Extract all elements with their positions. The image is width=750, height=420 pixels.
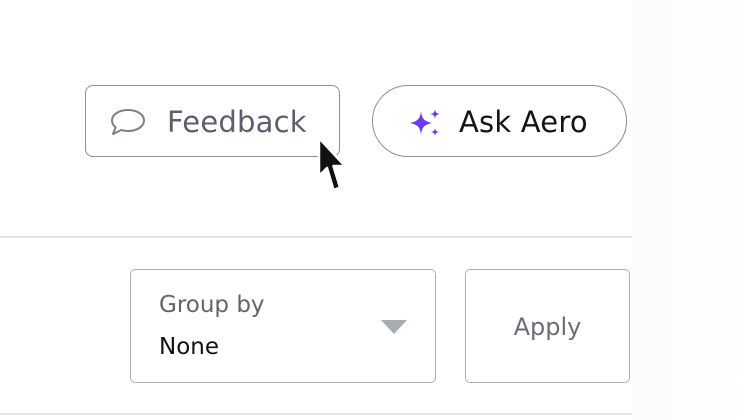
group-by-value: None: [159, 334, 220, 360]
ask-aero-button[interactable]: Ask Aero: [372, 85, 627, 157]
feedback-button-label: Feedback: [167, 105, 307, 139]
sparkles-icon: [408, 108, 442, 138]
apply-button[interactable]: Apply: [465, 269, 630, 383]
mouse-pointer-icon: [316, 136, 350, 194]
caret-down-icon: [381, 320, 407, 334]
group-by-select[interactable]: Group by None: [130, 269, 436, 383]
section-divider: [0, 236, 632, 238]
chat-bubble-icon: [109, 107, 147, 137]
section-divider-bottom: [0, 413, 632, 415]
page-edge-shade: [632, 0, 750, 420]
ask-aero-button-label: Ask Aero: [459, 105, 588, 139]
feedback-button[interactable]: Feedback: [85, 85, 340, 157]
group-by-label: Group by: [159, 292, 265, 318]
apply-button-label: Apply: [513, 313, 582, 341]
